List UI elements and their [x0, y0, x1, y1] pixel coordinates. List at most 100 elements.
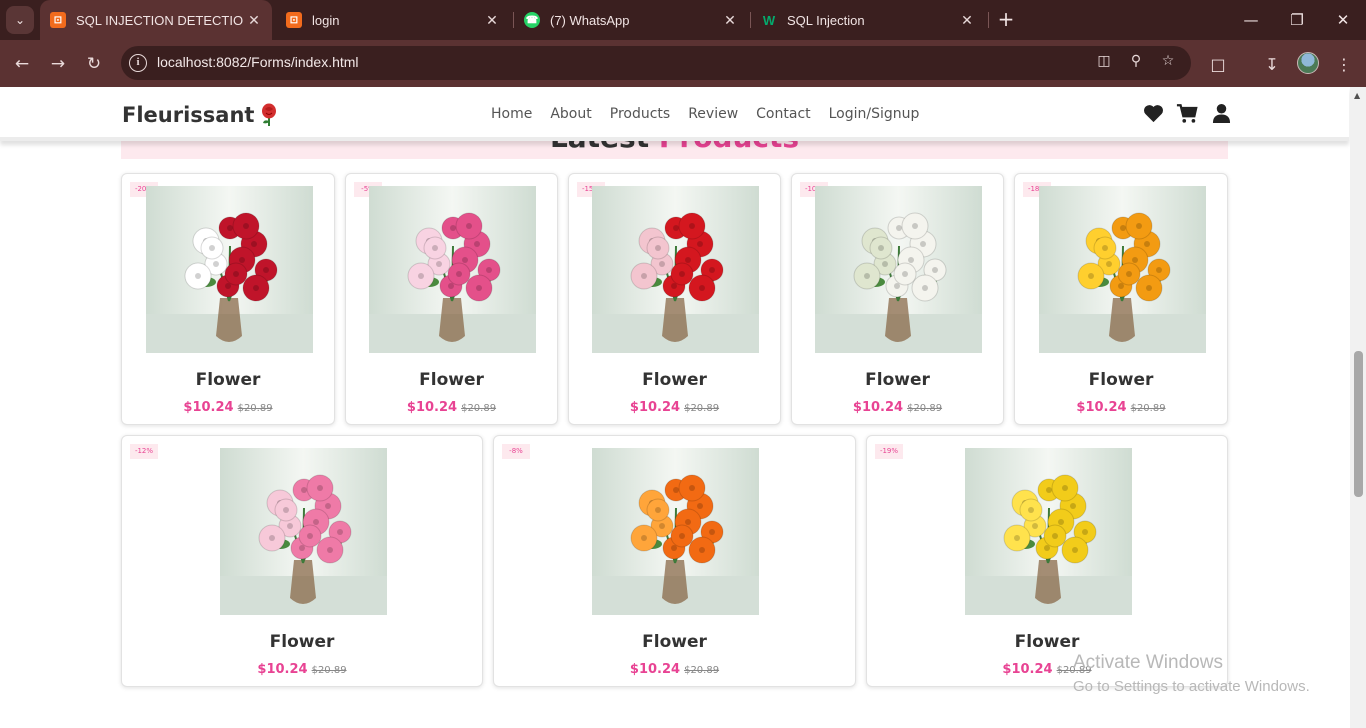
- browser-toolbar: ← → ↻ i localhost:8082/Forms/index.html …: [0, 40, 1366, 87]
- close-icon[interactable]: ✕: [957, 12, 977, 29]
- windows-activation-watermark: Activate Windows Go to Settings to activ…: [1073, 652, 1310, 695]
- nav-link-about[interactable]: About: [550, 106, 591, 122]
- product-card[interactable]: -8% Flower $10.24 $20.89: [493, 435, 856, 687]
- site-logo[interactable]: Fleurissant: [122, 103, 278, 127]
- nav-link-products[interactable]: Products: [610, 106, 670, 122]
- product-image: [815, 186, 982, 353]
- current-price: $10.24: [629, 400, 681, 415]
- page-scrollbar[interactable]: ▲: [1350, 87, 1366, 728]
- forward-button[interactable]: →: [44, 50, 72, 78]
- product-name: Flower: [642, 632, 707, 652]
- tab-title: login: [312, 12, 340, 28]
- new-tab-button[interactable]: +: [994, 8, 1018, 32]
- tab-title: (7) WhatsApp: [550, 12, 630, 28]
- back-button[interactable]: ←: [8, 50, 36, 78]
- current-price: $10.24: [629, 662, 681, 677]
- tab-title: SQL Injection: [787, 12, 865, 28]
- watermark-subtitle: Go to Settings to activate Windows.: [1073, 678, 1310, 695]
- current-price: $10.24: [852, 400, 904, 415]
- watermark-title: Activate Windows: [1073, 652, 1223, 673]
- close-icon[interactable]: ✕: [244, 12, 264, 29]
- product-card[interactable]: -20% Flower $10.24 $20.89: [121, 173, 335, 425]
- discount-badge: -8%: [502, 444, 530, 459]
- star-icon[interactable]: ☆: [1157, 53, 1179, 73]
- user-icon[interactable]: [1210, 102, 1232, 124]
- nav-link-review[interactable]: Review: [688, 106, 738, 122]
- product-card[interactable]: -5% Flower $10.24 $20.89: [345, 173, 558, 425]
- product-card[interactable]: -10% Flower $10.24 $20.89: [791, 173, 1004, 425]
- product-image: [369, 186, 536, 353]
- reload-icon: ↻: [86, 54, 102, 74]
- current-price: $10.24: [183, 400, 234, 415]
- scroll-up-icon[interactable]: ▲: [1354, 91, 1360, 100]
- product-card[interactable]: -12% Flower $10.24 $20.89: [121, 435, 483, 687]
- product-card[interactable]: -18% Flower $10.24 $20.89: [1014, 173, 1228, 425]
- nav-link-contact[interactable]: Contact: [756, 106, 810, 122]
- product-image: [1039, 186, 1206, 353]
- translate-icon[interactable]: ◫: [1093, 53, 1115, 73]
- minimize-icon: —: [1243, 11, 1259, 29]
- product-name: Flower: [1088, 370, 1154, 390]
- more-menu-icon[interactable]: ⋮: [1332, 52, 1356, 76]
- close-window-button[interactable]: ✕: [1320, 0, 1366, 40]
- product-name: Flower: [865, 370, 930, 390]
- close-icon[interactable]: ✕: [720, 12, 740, 29]
- current-price: $10.24: [406, 400, 458, 415]
- xampp-icon: ⊡: [50, 12, 66, 28]
- product-image: [146, 186, 313, 353]
- old-price: $20.89: [1130, 403, 1166, 414]
- product-image: [220, 448, 387, 615]
- zoom-icon[interactable]: ⚲: [1125, 53, 1147, 73]
- product-image: [592, 448, 759, 615]
- old-price: $20.89: [684, 403, 720, 414]
- extensions-icon[interactable]: □: [1206, 52, 1230, 76]
- nav-link-login-signup[interactable]: Login/Signup: [829, 106, 920, 122]
- plus-icon: +: [997, 7, 1015, 31]
- site-info-icon[interactable]: i: [129, 54, 147, 72]
- product-price: $10.24 $20.89: [122, 396, 334, 415]
- restore-button[interactable]: ❐: [1274, 0, 1320, 40]
- profile-avatar[interactable]: [1297, 52, 1319, 74]
- product-price: $10.24 $20.89: [494, 658, 855, 677]
- product-card[interactable]: -15% Flower $10.24 $20.89: [568, 173, 781, 425]
- scrollbar-thumb[interactable]: [1354, 351, 1363, 497]
- tab-login[interactable]: ⊡ login ✕: [276, 0, 510, 40]
- product-price: $10.24 $20.89: [122, 658, 482, 677]
- page-viewport: Latest Products Fleurissant Home About P…: [0, 87, 1366, 728]
- w3schools-icon: W: [762, 12, 776, 28]
- product-name: Flower: [642, 370, 707, 390]
- minimize-button[interactable]: —: [1228, 0, 1274, 40]
- heart-icon[interactable]: [1142, 102, 1164, 124]
- tab-whatsapp[interactable]: ☎ (7) WhatsApp ✕: [514, 0, 748, 40]
- product-price: $10.24 $20.89: [792, 396, 1003, 415]
- nav-link-home[interactable]: Home: [491, 106, 532, 122]
- old-price: $20.89: [311, 665, 347, 676]
- tab-search-button[interactable]: ⌄: [6, 6, 34, 34]
- tab-sql-injection-detection[interactable]: ⊡ SQL INJECTION DETECTION ✕: [40, 0, 272, 40]
- old-price: $20.89: [684, 665, 720, 676]
- download-icon[interactable]: ↧: [1260, 52, 1284, 76]
- close-icon[interactable]: ✕: [482, 12, 502, 29]
- product-price: $10.24 $20.89: [346, 396, 557, 415]
- product-card[interactable]: -19% Flower $10.24 $20.89: [866, 435, 1228, 687]
- cart-icon[interactable]: [1176, 102, 1198, 124]
- chevron-down-icon: ⌄: [14, 13, 26, 27]
- product-name: Flower: [195, 370, 261, 390]
- product-image: [965, 448, 1132, 615]
- site-header: Fleurissant Home About Products Review C…: [0, 87, 1349, 141]
- reload-button[interactable]: ↻: [80, 50, 108, 78]
- product-price: $10.24 $20.89: [569, 396, 780, 415]
- url-text[interactable]: localhost:8082/Forms/index.html: [157, 54, 359, 70]
- discount-badge: -19%: [875, 444, 903, 459]
- current-price: $10.24: [1076, 400, 1127, 415]
- current-price: $10.24: [1002, 662, 1053, 677]
- product-name: Flower: [419, 370, 484, 390]
- old-price: $20.89: [237, 403, 273, 414]
- rose-icon: [262, 103, 277, 126]
- old-price: $20.89: [461, 403, 497, 414]
- address-bar[interactable]: i localhost:8082/Forms/index.html ◫ ⚲ ☆: [121, 46, 1191, 80]
- tab-sql-injection[interactable]: W SQL Injection ✕: [751, 0, 985, 40]
- discount-badge: -12%: [130, 444, 158, 459]
- header-icons: [1142, 102, 1232, 124]
- whatsapp-icon: ☎: [524, 12, 540, 28]
